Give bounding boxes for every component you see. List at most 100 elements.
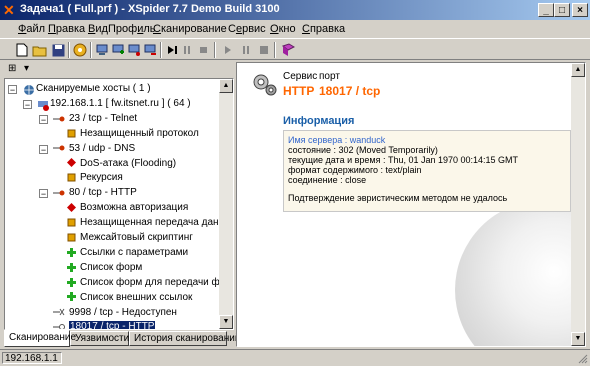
pause-scan-icon[interactable] (238, 42, 254, 58)
status-bar: 192.168.1.1 (0, 349, 590, 366)
menu-profile[interactable]: Профиль (108, 23, 156, 35)
port-label: порт (319, 71, 340, 82)
info-plus-icon (67, 247, 76, 257)
tree-item[interactable]: Незащищенная передача данных (67, 216, 234, 230)
scroll-down-arrow-icon[interactable]: ▼ (219, 315, 233, 329)
new-file-icon[interactable] (14, 42, 30, 58)
menu-help[interactable]: Справка (302, 23, 345, 35)
step-icon[interactable] (164, 42, 180, 58)
tree-item[interactable]: Список форм (67, 261, 142, 275)
menu-view[interactable]: Вид (88, 23, 108, 35)
tree-item-label: 23 / tcp - Telnet (69, 112, 138, 124)
tree-item[interactable]: Список внешних ссылок (67, 291, 192, 305)
scroll-up-arrow-icon[interactable]: ▲ (571, 63, 585, 77)
info-box: Имя сервера : wanduck состояние : 302 (M… (283, 130, 571, 212)
tree-item[interactable]: DoS-атака (Flooding) (67, 157, 176, 171)
tree-item[interactable]: Межсайтовый скриптинг (67, 231, 193, 245)
tab-vulnerabilities[interactable]: Уязвимости (70, 331, 129, 346)
tree-scrollbar[interactable]: ▲ ▼ (219, 79, 233, 329)
tree-toolbar: ⊞ ▾ (4, 62, 234, 77)
toolbar-separator (90, 42, 92, 58)
server-name: Имя сервера : wanduck (288, 135, 386, 145)
tree-expander-icon[interactable]: − (23, 99, 32, 109)
expand-all-icon[interactable]: ⊞ (8, 63, 16, 74)
menu-service[interactable]: Сервис (228, 23, 266, 35)
tree-item-label: Рекурсия (80, 172, 123, 184)
tree-item-label: 80 / tcp - HTTP (69, 187, 137, 199)
status-ip: 192.168.1.1 (2, 352, 62, 364)
save-icon[interactable] (50, 42, 66, 58)
tree-item-label: 18017 / tcp - HTTP (69, 321, 156, 329)
close-button[interactable]: × (572, 3, 588, 17)
tree-item[interactable]: 9998 / tcp - Недоступен (53, 306, 177, 320)
remove-host-icon[interactable] (142, 42, 158, 58)
tree-item[interactable]: 23 / tcp - Telnet (53, 112, 137, 126)
tree-expander-icon[interactable]: − (39, 144, 48, 154)
tree-item[interactable]: Рекурсия (67, 171, 123, 185)
window-title: Задача1 ( Full.prf ) - XSpider 7.7 Demo … (20, 3, 280, 15)
tree-item-label: Незащищенная передача данных (80, 217, 234, 229)
pause-step-icon[interactable] (180, 42, 196, 58)
menu-file[interactable]: Файл (18, 23, 45, 35)
port-closed-icon (53, 307, 65, 316)
host-alert-icon (37, 99, 49, 111)
scroll-up-arrow-icon[interactable]: ▲ (219, 79, 233, 93)
add-host-icon[interactable] (110, 42, 126, 58)
warning-square-icon (67, 173, 76, 182)
tab-scanning[interactable]: Сканирование (4, 330, 76, 347)
tree-item[interactable]: 192.168.1.1 [ fw.itsnet.ru ] ( 64 ) (37, 97, 191, 111)
toolbar-separator (274, 42, 276, 58)
menu-scanning[interactable]: Сканирование (153, 23, 227, 35)
tree-item[interactable]: Список форм для передачи файлов (67, 276, 234, 290)
tree-item[interactable]: 80 / tcp - HTTP (53, 186, 137, 200)
port-value: 18017 / tcp (319, 84, 381, 98)
start-scan-icon[interactable] (220, 42, 236, 58)
maximize-button[interactable]: □ (554, 3, 570, 17)
open-folder-icon[interactable] (32, 42, 48, 58)
scroll-down-arrow-icon[interactable]: ▼ (571, 332, 585, 346)
tree-item[interactable]: Возможна авторизация (67, 201, 188, 215)
tree-item-label: Список форм для передачи файлов (80, 276, 234, 288)
stop-step-icon[interactable] (196, 42, 212, 58)
info-plus-icon (67, 292, 76, 302)
tree-item-label: Список форм (80, 261, 143, 273)
scan-wizard-icon[interactable] (72, 42, 88, 58)
details-scrollbar[interactable]: ▲ ▼ (571, 63, 585, 346)
info-heading: Информация (283, 115, 355, 127)
port-open-icon (53, 143, 65, 152)
port-empty-icon (53, 322, 65, 329)
connection-line: соединение : close (288, 175, 367, 185)
tab-scan-history[interactable]: История сканирований (129, 331, 240, 346)
content-format-line: формат содержимого : text/plain (288, 165, 422, 175)
tree-item-label: 53 / udp - DNS (69, 142, 136, 154)
resize-grip-icon[interactable] (578, 354, 588, 364)
tree-item[interactable]: Незащищенный протокол (67, 127, 199, 141)
menu-window[interactable]: Окно (270, 23, 296, 35)
xspider-logo-icon: ✕ (3, 2, 15, 18)
tree-expander-icon[interactable]: − (39, 114, 48, 124)
hosts-tree-panel: ⊞ ▾ − Сканируемые хосты ( 1 ) −192.168.1.1… (4, 62, 234, 330)
tree-expander-icon[interactable]: − (39, 189, 48, 199)
stop-scan-icon[interactable] (256, 42, 272, 58)
tree-item-label: Межсайтовый скриптинг (80, 232, 193, 243)
menu-edit[interactable]: Правка (48, 23, 85, 35)
tree-item[interactable]: Ссылки с параметрами (67, 246, 188, 260)
tree-item[interactable]: 53 / udp - DNS (53, 142, 135, 156)
host-range-icon[interactable] (126, 42, 142, 58)
toolbar-separator (160, 42, 162, 58)
tree-item-label: Список внешних ссылок (80, 291, 193, 303)
report-book-icon[interactable] (280, 42, 296, 58)
status-line: состояние : 302 (Moved Temporarily) (288, 145, 438, 155)
tree-item[interactable]: Сканируемые хосты ( 1 ) (23, 82, 151, 96)
vulnerability-high-icon (67, 158, 76, 168)
warning-square-icon (67, 129, 76, 138)
warning-square-icon (67, 233, 76, 242)
port-open-icon (53, 188, 65, 197)
minimize-button[interactable]: _ (538, 3, 554, 17)
tree-item[interactable]: 18017 / tcp - HTTP (53, 320, 156, 329)
service-label: Сервис (283, 71, 318, 82)
host-icon[interactable] (94, 42, 110, 58)
tree-menu-dropdown-icon[interactable]: ▾ (24, 63, 29, 74)
toolbar-separator (68, 42, 70, 58)
tree-expander-icon[interactable]: − (8, 85, 17, 95)
